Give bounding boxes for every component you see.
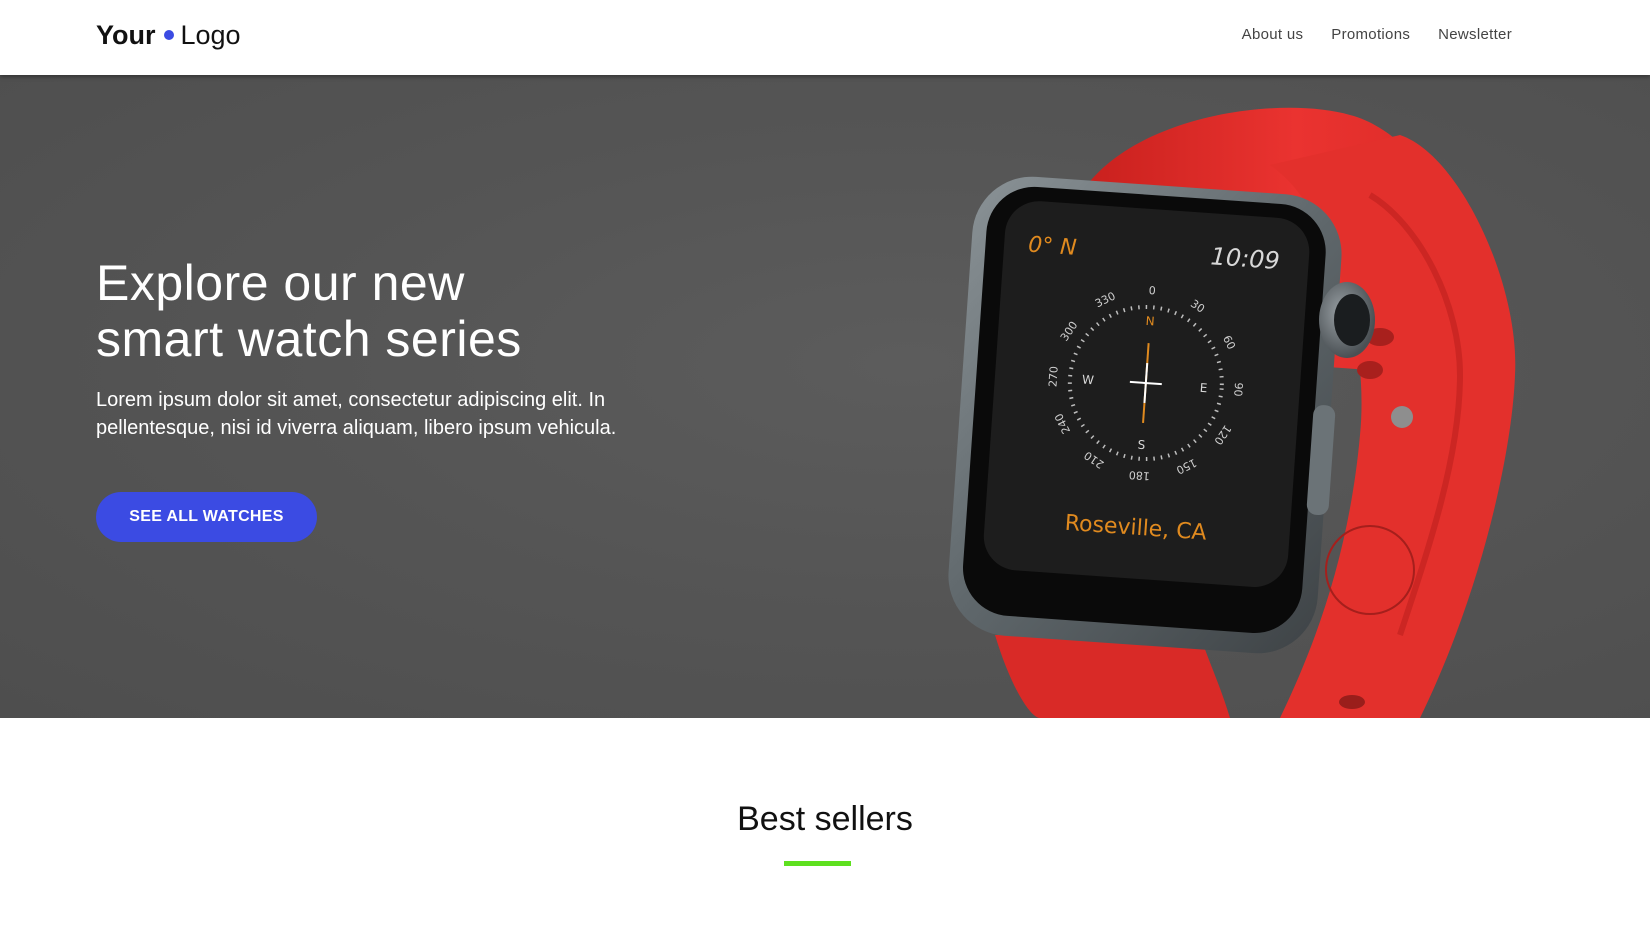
nav-about-us[interactable]: About us bbox=[1242, 26, 1304, 43]
hero-description: Lorem ipsum dolor sit amet, consectetur … bbox=[96, 389, 617, 439]
watch-time-text: 10:09 bbox=[1210, 242, 1281, 275]
watch-heading-text: 0° N bbox=[1027, 233, 1077, 261]
nav-newsletter[interactable]: Newsletter bbox=[1438, 26, 1512, 43]
compass-south: S bbox=[1137, 438, 1146, 452]
see-all-watches-button[interactable]: SEE ALL WATCHES bbox=[96, 492, 317, 542]
hero-title-line-2: smart watch series bbox=[96, 311, 522, 367]
compass-west: W bbox=[1081, 373, 1094, 388]
hero-title-line-1: Explore our new bbox=[96, 255, 465, 311]
compass-east: E bbox=[1199, 381, 1208, 395]
hero-title: Explore our new smart watch series bbox=[96, 255, 716, 367]
best-sellers-underline bbox=[784, 861, 851, 866]
best-sellers-title: Best sellers bbox=[737, 800, 913, 838]
logo[interactable]: Your Logo bbox=[96, 17, 241, 53]
logo-light-text: Logo bbox=[180, 19, 241, 50]
logo-bold-text: Your bbox=[96, 19, 156, 50]
compass-north: N bbox=[1145, 314, 1155, 329]
compass-number-180: 180 bbox=[1128, 468, 1150, 482]
site-header: Your Logo About us Promotions Newsletter bbox=[0, 0, 1650, 75]
nav-promotions[interactable]: Promotions bbox=[1331, 26, 1410, 43]
logo-dot-icon bbox=[163, 30, 174, 40]
main-nav: About us Promotions Newsletter bbox=[1242, 26, 1512, 43]
compass-number-270: 270 bbox=[1046, 366, 1060, 388]
compass-number-0: 0 bbox=[1148, 284, 1156, 297]
smartwatch-image: 0° N 10:09 Roseville, CA N E S W 0306090… bbox=[948, 107, 1516, 718]
hero-section: Explore our new smart watch series Lorem… bbox=[0, 75, 1650, 718]
compass-number-90: 90 bbox=[1231, 382, 1245, 397]
